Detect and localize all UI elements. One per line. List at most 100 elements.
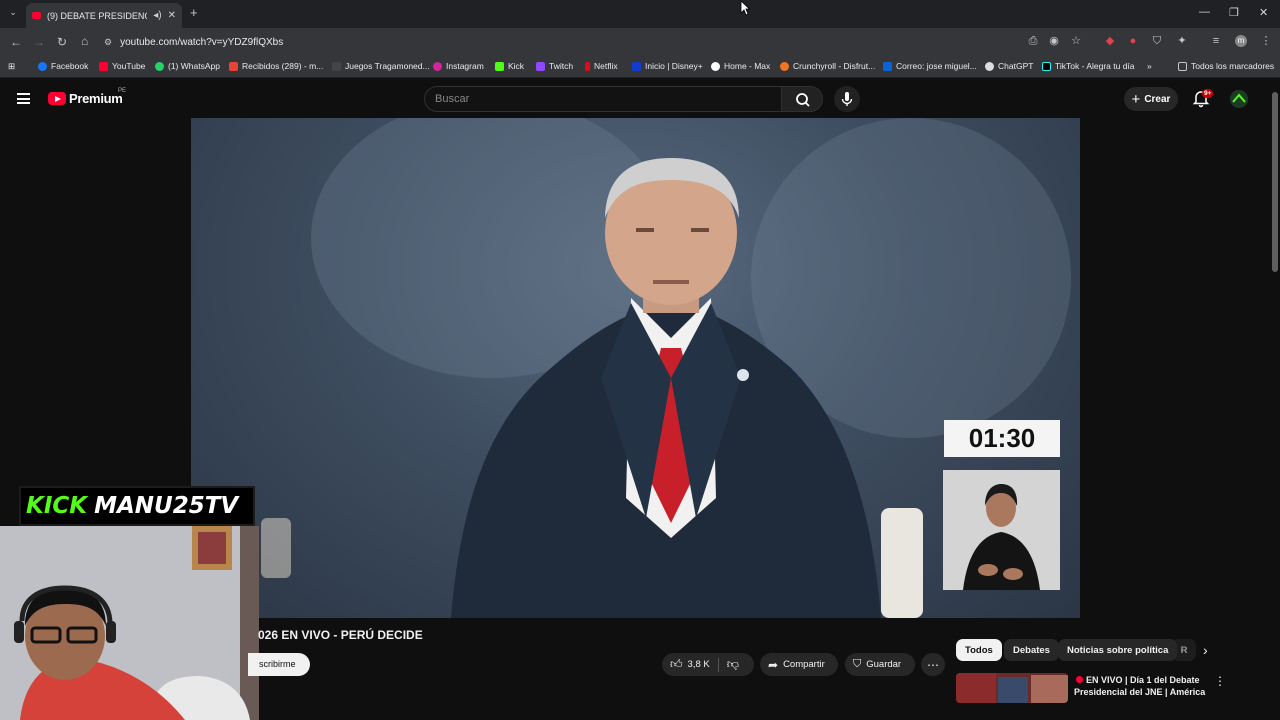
install-icon[interactable]: ⎙ bbox=[1027, 35, 1039, 47]
bookmark-kick[interactable]: Kick bbox=[495, 61, 524, 71]
bookmark-gmail[interactable]: Recibidos (289) - m... bbox=[229, 61, 323, 71]
bookmark-facebook[interactable]: Facebook bbox=[38, 61, 88, 71]
like-dislike-group: 👍︎ 3,8 K 👎︎ bbox=[662, 653, 754, 676]
bookmark-juegos[interactable]: Juegos Tragamoned... bbox=[332, 61, 430, 71]
close-tab-icon[interactable]: ✕ bbox=[168, 10, 176, 21]
thumbnail-image bbox=[956, 673, 1068, 703]
bookmark-chatgpt[interactable]: ChatGPT bbox=[985, 61, 1033, 71]
extensions-puzzle-icon[interactable]: ✦ bbox=[1176, 35, 1188, 47]
eye-off-icon[interactable]: ◉ bbox=[1048, 35, 1060, 47]
recommended-thumbnail[interactable] bbox=[956, 673, 1068, 703]
chip-partial[interactable]: R bbox=[1172, 639, 1196, 661]
site-info-icon[interactable]: ⚙ bbox=[104, 37, 112, 48]
bookmark-disney[interactable]: Inicio | Disney+ bbox=[632, 61, 703, 71]
more-bookmarks-icon[interactable]: » bbox=[1147, 61, 1152, 71]
bookmark-netflix[interactable]: Netflix bbox=[585, 61, 618, 71]
bookmark-whatsapp[interactable]: (1) WhatsApp bbox=[155, 61, 220, 71]
webcam-feed bbox=[0, 526, 259, 720]
logo-region: PE bbox=[118, 88, 127, 94]
outlook-icon bbox=[883, 61, 892, 71]
media-controls-icon[interactable]: ≡ bbox=[1210, 35, 1222, 47]
thumbs-down-icon: 👎︎ bbox=[726, 657, 739, 671]
youtube-icon bbox=[99, 61, 108, 71]
user-avatar[interactable] bbox=[1230, 90, 1248, 108]
crunchyroll-icon bbox=[780, 61, 789, 71]
like-button[interactable]: 👍︎ 3,8 K bbox=[662, 657, 710, 672]
page-scrollbar[interactable] bbox=[1272, 92, 1278, 272]
kick-icon bbox=[495, 61, 504, 71]
share-label: Compartir bbox=[783, 659, 825, 670]
apps-grid-icon[interactable]: ⊞ bbox=[8, 61, 15, 72]
menu-hamburger-icon[interactable] bbox=[17, 93, 30, 104]
bookmark-crunchyroll[interactable]: Crunchyroll - Disfrut... bbox=[780, 61, 875, 71]
streamer-webcam bbox=[0, 526, 259, 720]
minimize-icon[interactable]: — bbox=[1199, 6, 1210, 18]
chip-debates[interactable]: Debates bbox=[1004, 639, 1059, 661]
shield-icon[interactable]: ⛉ bbox=[1151, 35, 1163, 47]
browser-menu-icon[interactable]: ⋮ bbox=[1260, 35, 1272, 47]
forward-icon[interactable]: → bbox=[33, 35, 45, 49]
home-icon[interactable]: ⌂ bbox=[81, 34, 88, 48]
address-bar[interactable]: ⚙ youtube.com/watch?v=yYDZ9flQXbs bbox=[104, 32, 1104, 52]
whatsapp-icon bbox=[155, 61, 164, 71]
bookmark-label: Crunchyroll - Disfrut... bbox=[793, 61, 876, 71]
browser-tab-strip: ⌄ (9) DEBATE PRESIDENCIAL | ◂) ✕ + — ❐ ✕ bbox=[0, 0, 1280, 28]
interpreter-figure bbox=[943, 470, 1060, 590]
bookmark-tiktok[interactable]: TikTok - Alegra tu día bbox=[1042, 61, 1135, 71]
search-button[interactable] bbox=[781, 86, 823, 112]
chatgpt-icon bbox=[985, 61, 994, 71]
bookmark-label: Juegos Tragamoned... bbox=[345, 61, 430, 71]
dollar-icon bbox=[332, 61, 341, 71]
bookmark-star-icon[interactable]: ☆ bbox=[1070, 35, 1082, 47]
avatar-image-icon bbox=[1230, 90, 1248, 108]
bookmark-label: Netflix bbox=[594, 61, 618, 71]
tab-title: (9) DEBATE PRESIDENCIAL | bbox=[47, 10, 147, 21]
mouse-cursor-icon bbox=[740, 0, 750, 16]
bookmark-label: Inicio | Disney+ bbox=[645, 61, 703, 71]
bookmark-instagram[interactable]: Instagram bbox=[433, 61, 484, 71]
reload-icon[interactable]: ↻ bbox=[57, 35, 67, 49]
bookmark-outlook[interactable]: Correo: jose miguel... bbox=[883, 61, 977, 71]
bookmark-label: Twitch bbox=[549, 61, 574, 71]
bookmark-twitch[interactable]: Twitch bbox=[536, 61, 573, 71]
gmail-icon bbox=[229, 61, 238, 71]
search-input[interactable]: Buscar bbox=[424, 86, 782, 112]
voice-search-button[interactable] bbox=[834, 86, 860, 112]
twitch-icon bbox=[536, 61, 545, 71]
video-title: 026 EN VIVO - PERÚ DECIDE bbox=[258, 628, 423, 642]
new-tab-button[interactable]: + bbox=[190, 5, 198, 20]
create-button[interactable]: + Crear bbox=[1124, 87, 1178, 111]
bookmark-label: (1) WhatsApp bbox=[168, 61, 220, 71]
youtube-logo-icon[interactable] bbox=[48, 92, 66, 105]
browser-tab-active[interactable]: (9) DEBATE PRESIDENCIAL | ◂) ✕ bbox=[26, 3, 182, 28]
plus-icon: + bbox=[1131, 90, 1141, 108]
speaker-icon[interactable]: ◂) bbox=[153, 10, 161, 21]
chip-todos[interactable]: Todos bbox=[956, 639, 1002, 661]
back-icon[interactable]: ← bbox=[10, 35, 22, 49]
more-actions-button[interactable]: ⋯ bbox=[921, 653, 945, 676]
restore-icon[interactable]: ❐ bbox=[1229, 6, 1239, 19]
bookmark-youtube[interactable]: YouTube bbox=[99, 61, 145, 71]
share-button[interactable]: ➦ Compartir bbox=[760, 653, 838, 676]
recommended-title[interactable]: EN VIVO | Día 1 del Debate Presidencial … bbox=[1074, 674, 1214, 698]
extension-fire-icon[interactable]: ● bbox=[1127, 35, 1139, 47]
profile-icon[interactable]: m bbox=[1235, 35, 1247, 47]
kick-channel-overlay: KICK MANU25TV bbox=[19, 486, 255, 526]
all-bookmarks-folder[interactable]: Todos los marcadores bbox=[1178, 61, 1274, 71]
dislike-button[interactable]: 👎︎ bbox=[727, 657, 739, 672]
bookmark-label: Kick bbox=[508, 61, 525, 71]
extension-red-icon[interactable]: ◆ bbox=[1104, 35, 1116, 47]
kick-logo-text: KICK bbox=[26, 493, 88, 519]
separator bbox=[717, 657, 719, 672]
tab-search-icon[interactable]: ⌄ bbox=[6, 7, 20, 21]
logo-text[interactable]: Premium bbox=[69, 91, 123, 106]
youtube-favicon-icon bbox=[32, 12, 41, 19]
save-button[interactable]: ⛉ Guardar bbox=[845, 653, 915, 676]
chip-noticias-politica[interactable]: Noticias sobre política bbox=[1058, 639, 1178, 661]
bookmark-label: YouTube bbox=[112, 61, 146, 71]
subscribe-button[interactable]: scribirme bbox=[248, 653, 310, 676]
recommendation-more-icon[interactable]: ⋮ bbox=[1214, 674, 1226, 688]
bookmark-max[interactable]: Home - Max bbox=[711, 61, 770, 71]
close-window-icon[interactable]: ✕ bbox=[1259, 6, 1268, 19]
chevron-right-icon[interactable]: › bbox=[1203, 642, 1208, 658]
